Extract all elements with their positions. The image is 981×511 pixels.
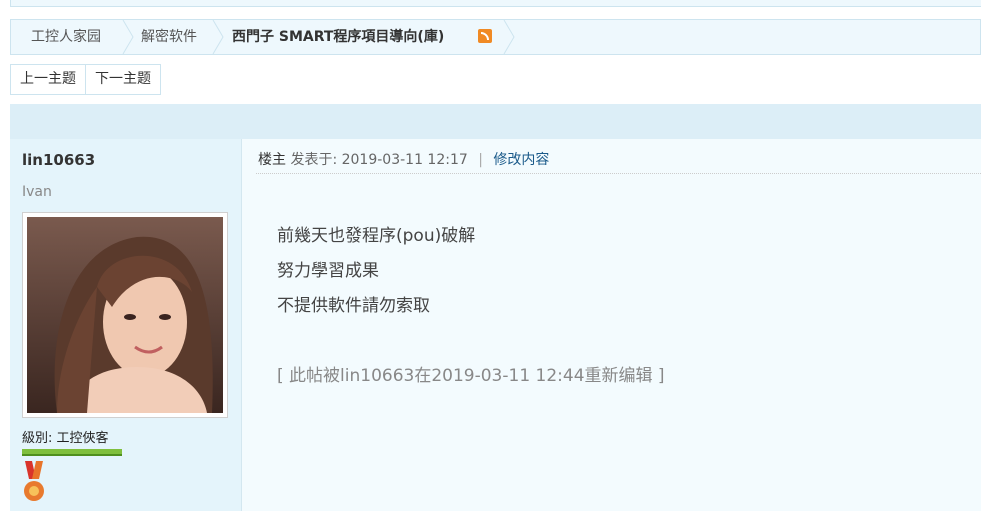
top-strip (10, 0, 981, 7)
post-timestamp: 发表于: 2019-03-11 12:17 (290, 152, 468, 168)
author-subtitle: Ivan (22, 184, 52, 200)
post-content-area: 楼主 发表于: 2019-03-11 12:17 | 修改内容 前幾天也發程序(… (242, 139, 981, 511)
breadcrumb-forum[interactable]: 解密软件 (141, 20, 197, 54)
post-meta: 楼主 发表于: 2019-03-11 12:17 | 修改内容 (258, 149, 549, 169)
avatar-frame (22, 212, 228, 418)
next-topic-button[interactable]: 下一主题 (86, 64, 161, 95)
rss-icon[interactable] (478, 29, 492, 43)
post-line: 不提供軟件請勿索取 (277, 296, 430, 316)
breadcrumb-separator-icon (122, 20, 134, 54)
breadcrumb-home[interactable]: 工控人家园 (31, 20, 101, 54)
post-role: 楼主 (258, 152, 286, 168)
breadcrumb-separator-icon (503, 20, 515, 54)
breadcrumb-current-topic: 西門子 SMART程序項目導向(庫) (232, 29, 445, 45)
post-body: 前幾天也發程序(pou)破解 努力學習成果 不提供軟件請勿索取 (277, 219, 475, 324)
author-sidebar: lin10663 Ivan 級別: 工控俠客 (10, 139, 242, 511)
user-rank: 級別: 工控俠客 (22, 431, 109, 446)
post-divider (256, 173, 981, 174)
edit-post-link[interactable]: 修改内容 (493, 152, 549, 168)
edit-note: [ 此帖被lin10663在2019-03-11 12:44重新编辑 ] (277, 366, 665, 386)
meta-divider: | (478, 152, 483, 168)
post-header-bar (10, 104, 981, 139)
topic-nav: 上一主题 下一主题 (10, 64, 161, 95)
author-name[interactable]: lin10663 (22, 151, 95, 169)
post-line: 努力學習成果 (277, 261, 379, 281)
rank-level-bar (22, 449, 122, 456)
breadcrumb: 工控人家园 解密软件 西門子 SMART程序項目導向(庫) (10, 19, 981, 55)
medal-icon (24, 461, 44, 501)
avatar[interactable] (27, 217, 223, 413)
breadcrumb-separator-icon (212, 20, 224, 54)
prev-topic-button[interactable]: 上一主题 (10, 64, 86, 95)
post-line: 前幾天也發程序(pou)破解 (277, 226, 476, 246)
